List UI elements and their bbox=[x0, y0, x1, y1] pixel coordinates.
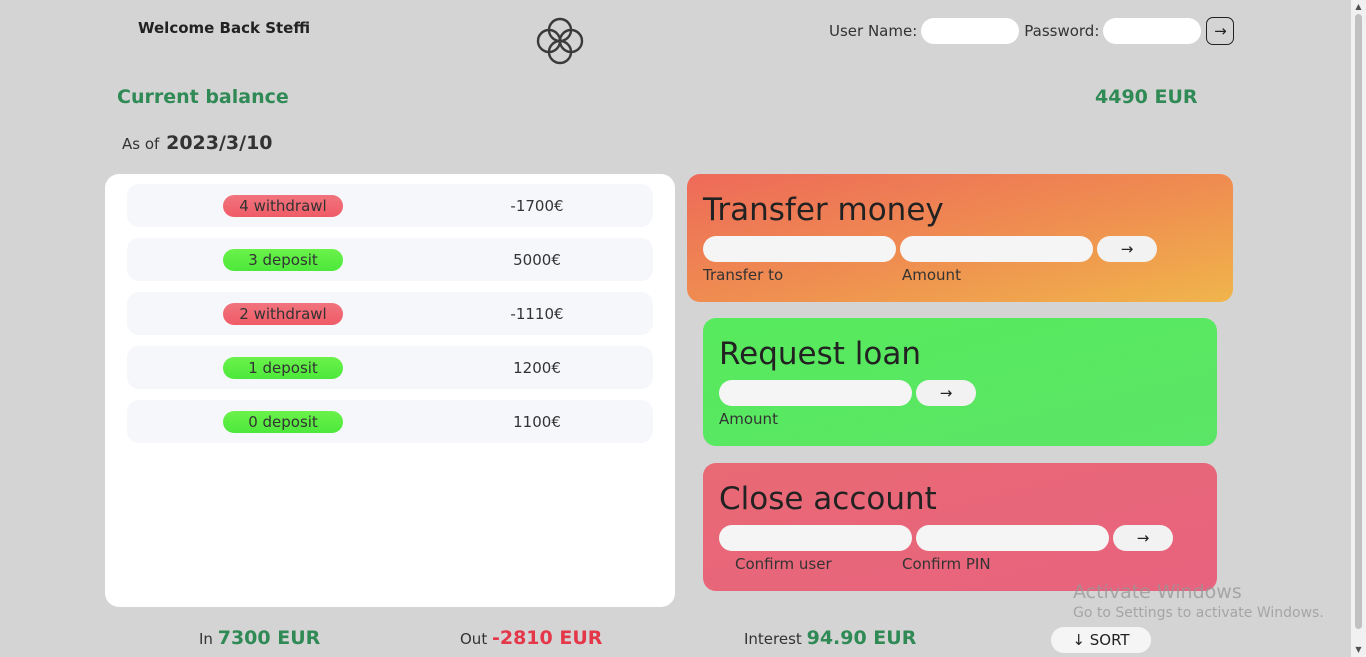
loan-amount-label: Amount bbox=[719, 410, 778, 428]
close-button[interactable]: → bbox=[1113, 525, 1173, 551]
windows-activation-watermark: Activate Windows Go to Settings to activ… bbox=[1073, 581, 1324, 621]
as-of-label: As of bbox=[122, 135, 160, 153]
logo-icon bbox=[536, 17, 584, 65]
balance-value: 4490 EUR bbox=[1095, 86, 1198, 108]
movement-type-badge: 1 deposit bbox=[223, 357, 343, 379]
movement-value: 5000€ bbox=[513, 251, 561, 269]
arrow-right-icon: → bbox=[1214, 22, 1227, 40]
transfer-to-input[interactable] bbox=[703, 236, 896, 262]
close-panel: Close account → Confirm user Confirm PIN bbox=[703, 463, 1217, 591]
movement-value: 1200€ bbox=[513, 359, 561, 377]
movement-value: -1700€ bbox=[510, 197, 564, 215]
close-title: Close account bbox=[719, 481, 937, 517]
summary-out-value: -2810 EUR bbox=[491, 627, 603, 649]
transfer-amount-input[interactable] bbox=[900, 236, 1093, 262]
transfer-panel: Transfer money → Transfer to Amount bbox=[687, 174, 1233, 302]
scrollbar-thumb[interactable] bbox=[1355, 14, 1362, 629]
movement-row: 3 deposit 5000€ bbox=[127, 238, 653, 281]
close-pin-input[interactable] bbox=[916, 525, 1109, 551]
watermark-title: Activate Windows bbox=[1073, 581, 1242, 603]
movement-type-badge: 0 deposit bbox=[223, 411, 343, 433]
close-user-input[interactable] bbox=[719, 525, 912, 551]
summary-in: In 7300 EUR bbox=[199, 627, 320, 649]
movement-row: 0 deposit 1100€ bbox=[127, 400, 653, 443]
scroll-up-icon[interactable]: ▲ bbox=[1351, 0, 1366, 14]
username-input[interactable] bbox=[921, 18, 1020, 44]
summary-in-label: In bbox=[199, 630, 213, 648]
watermark-subtitle: Go to Settings to activate Windows. bbox=[1073, 605, 1324, 621]
movement-row: 1 deposit 1200€ bbox=[127, 346, 653, 389]
arrow-right-icon: → bbox=[1136, 529, 1150, 547]
transfer-button[interactable]: → bbox=[1097, 236, 1157, 262]
transfer-amount-label: Amount bbox=[902, 266, 961, 284]
movement-type-badge: 2 withdrawl bbox=[223, 303, 343, 325]
arrow-right-icon: → bbox=[1120, 240, 1134, 258]
movement-row: 2 withdrawl -1110€ bbox=[127, 292, 653, 335]
summary-out-label: Out bbox=[460, 630, 488, 648]
movements-list: 4 withdrawl -1700€ 3 deposit 5000€ 2 wit… bbox=[105, 174, 675, 607]
loan-panel: Request loan → Amount bbox=[703, 318, 1217, 446]
welcome-message: Welcome Back Steffi bbox=[138, 19, 311, 37]
close-pin-label: Confirm PIN bbox=[902, 555, 991, 573]
sort-button[interactable]: ↓ SORT bbox=[1051, 627, 1151, 653]
summary-interest-label: Interest bbox=[744, 630, 802, 648]
movement-type-badge: 4 withdrawl bbox=[223, 195, 343, 217]
movement-value: 1100€ bbox=[513, 413, 561, 431]
loan-amount-input[interactable] bbox=[719, 380, 912, 406]
transfer-to-label: Transfer to bbox=[703, 266, 784, 284]
password-input[interactable] bbox=[1103, 18, 1202, 44]
scroll-down-icon[interactable]: ▼ bbox=[1351, 643, 1366, 657]
login-form: User Name: Password: → bbox=[829, 17, 1235, 45]
transfer-title: Transfer money bbox=[703, 192, 944, 228]
summary-out: Out -2810 EUR bbox=[460, 627, 602, 649]
loan-button[interactable]: → bbox=[916, 380, 976, 406]
summary-interest-value: 94.90 EUR bbox=[806, 627, 917, 649]
arrow-right-icon: → bbox=[939, 384, 953, 402]
balance-date: As of 2023/3/10 bbox=[122, 132, 273, 154]
summary-in-value: 7300 EUR bbox=[217, 627, 321, 649]
username-label: User Name: bbox=[829, 22, 918, 40]
bankist-app: Welcome Back Steffi User Name: Password:… bbox=[0, 0, 1366, 657]
loan-title: Request loan bbox=[719, 336, 921, 372]
date-value: 2023/3/10 bbox=[166, 132, 273, 154]
login-button[interactable]: → bbox=[1206, 17, 1235, 45]
close-user-label: Confirm user bbox=[735, 555, 832, 573]
movement-value: -1110€ bbox=[510, 305, 564, 323]
summary-interest: Interest 94.90 EUR bbox=[744, 627, 916, 649]
balance-label: Current balance bbox=[117, 86, 289, 108]
vertical-scrollbar[interactable]: ▲ ▼ bbox=[1351, 0, 1366, 657]
movement-type-badge: 3 deposit bbox=[223, 249, 343, 271]
movement-row: 4 withdrawl -1700€ bbox=[127, 184, 653, 227]
password-label: Password: bbox=[1024, 22, 1100, 40]
